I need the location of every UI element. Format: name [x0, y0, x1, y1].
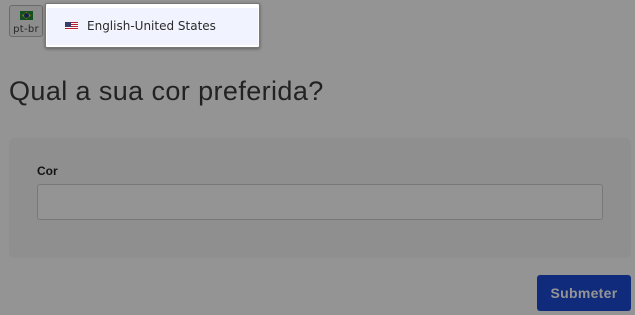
language-option-label: English-United States — [87, 19, 216, 33]
language-dropdown-menu: English-United States — [45, 3, 260, 48]
language-option-en-us[interactable]: English-United States — [47, 8, 258, 45]
us-flag-icon — [65, 22, 78, 30]
